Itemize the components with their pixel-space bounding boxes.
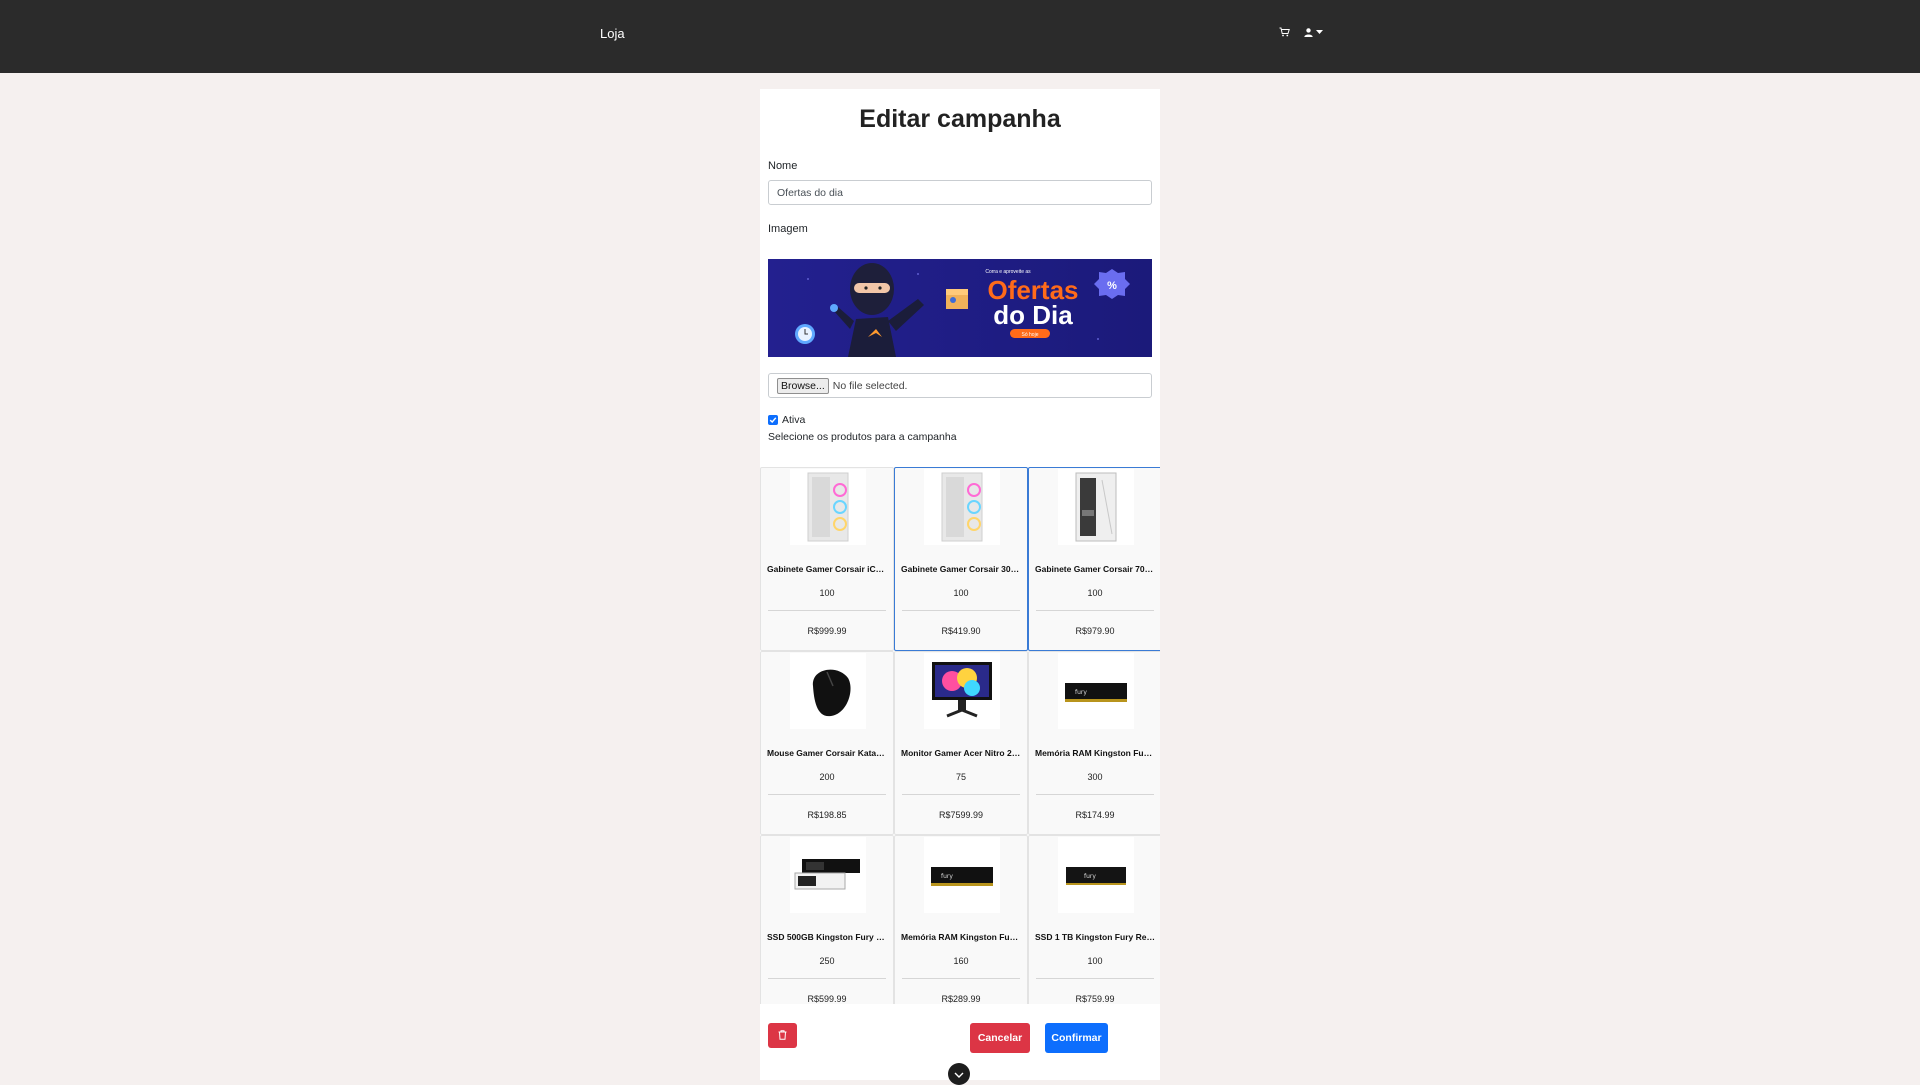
product-card[interactable]: Mouse Gamer Corsair Katar Pro 200 R$198.85 (760, 651, 894, 835)
campaign-name-input[interactable] (768, 180, 1152, 205)
navbar-icons (1279, 27, 1323, 37)
product-name: Gabinete Gamer Corsair 7000D Airflow (1035, 564, 1155, 574)
product-divider (902, 610, 1020, 611)
user-menu-toggle[interactable] (1304, 27, 1323, 37)
active-toggle[interactable]: Ativa (768, 414, 805, 426)
campaign-banner-image: Corra e aproveite as Ofertas do Dia Só h… (768, 259, 1152, 357)
product-image (790, 653, 866, 729)
product-card[interactable]: SSD 500GB Kingston Fury Renegade 250 R$599… (760, 835, 894, 1004)
product-name: Mouse Gamer Corsair Katar Pro (767, 748, 887, 758)
product-image: fury (1058, 653, 1134, 729)
product-quantity: 75 (955, 772, 966, 782)
product-quantity: 160 (953, 956, 969, 966)
product-quantity: 100 (819, 588, 835, 598)
product-divider (902, 794, 1020, 795)
product-card[interactable]: Gabinete Gamer Corsair 3000D RGB 100 R$419… (894, 467, 1028, 651)
banner-line2: do Dia (993, 300, 1073, 330)
product-quantity: 100 (1087, 588, 1103, 598)
product-image (924, 469, 1000, 545)
product-quantity: 250 (819, 956, 835, 966)
product-image (924, 653, 1000, 729)
name-label: Nome (768, 160, 798, 172)
product-image: fury (1058, 837, 1134, 913)
product-grid: Gabinete Gamer Corsair iCUE 4000X RGB 100… (760, 467, 1160, 1004)
product-image (790, 469, 866, 545)
product-price: R$174.99 (1075, 810, 1115, 820)
product-name: SSD 500GB Kingston Fury Renegade (767, 932, 887, 942)
product-quantity: 300 (1087, 772, 1103, 782)
edit-campaign-card: Editar campanha Nome Imagem (760, 89, 1160, 1085)
chevron-down-icon (954, 1065, 964, 1083)
product-image (790, 837, 866, 913)
svg-text:fury: fury (1084, 873, 1096, 880)
cart-icon[interactable] (1279, 27, 1290, 37)
product-price: R$7599.99 (938, 810, 984, 820)
svg-text:fury: fury (941, 873, 953, 880)
file-status: No file selected. (832, 379, 908, 392)
product-price: R$979.90 (1075, 626, 1115, 636)
active-checkbox[interactable] (768, 415, 778, 425)
top-navbar: Loja (0, 0, 1920, 73)
product-price: R$198.85 (807, 810, 847, 820)
image-label: Imagem (768, 223, 808, 235)
product-card[interactable]: Gabinete Gamer Corsair iCUE 4000X RGB 100… (760, 467, 894, 651)
delete-campaign-button[interactable] (768, 1023, 797, 1048)
svg-text:fury: fury (1075, 689, 1087, 696)
product-divider (1036, 610, 1154, 611)
product-card[interactable]: fury SSD 1 TB Kingston Fury Renegade 100 R$… (1028, 835, 1160, 1004)
product-quantity: 100 (953, 588, 969, 598)
product-divider (768, 610, 886, 611)
product-divider (902, 978, 1020, 979)
product-price: R$759.99 (1075, 994, 1115, 1004)
product-name: Memória RAM Kingston Fury Beast (1035, 748, 1155, 758)
trash-icon (778, 1028, 787, 1043)
product-name: Gabinete Gamer Corsair 3000D RGB (901, 564, 1021, 574)
brand-link[interactable]: Loja (600, 26, 625, 41)
page-title: Editar campanha (859, 105, 1061, 133)
product-divider (768, 978, 886, 979)
product-price: R$289.99 (941, 994, 981, 1004)
file-input[interactable]: Browse... No file selected. (768, 373, 1152, 398)
product-card[interactable]: Monitor Gamer Acer Nitro 23.8 75 R$7599.99 (894, 651, 1028, 835)
product-divider (768, 794, 886, 795)
browse-button[interactable]: Browse... (777, 377, 829, 394)
caret-down-icon (1316, 30, 1323, 34)
product-image: fury (924, 837, 1000, 913)
product-image (1058, 469, 1134, 545)
product-quantity: 100 (1087, 956, 1103, 966)
product-price: R$999.99 (807, 626, 847, 636)
user-icon (1304, 27, 1313, 37)
product-card[interactable]: fury Memória RAM Kingston Fury Beast 300 R$… (1028, 651, 1160, 835)
cancel-button[interactable]: Cancelar (970, 1023, 1030, 1053)
active-label: Ativa (782, 414, 806, 426)
svg-text:%: % (1107, 280, 1117, 292)
product-card[interactable]: Gabinete Gamer Corsair 7000D Airflow 100 R… (1028, 467, 1160, 651)
scroll-down-button[interactable] (948, 1063, 970, 1085)
product-name: Monitor Gamer Acer Nitro 23.8 (901, 748, 1021, 758)
product-quantity: 200 (819, 772, 835, 782)
product-name: Gabinete Gamer Corsair iCUE 4000X RGB (767, 564, 887, 574)
select-products-label: Selecione os produtos para a campanha (768, 431, 957, 443)
banner-pill: Só hoje (1022, 332, 1039, 338)
product-divider (1036, 794, 1154, 795)
product-divider (1036, 978, 1154, 979)
product-price: R$599.99 (807, 994, 847, 1004)
product-price: R$419.90 (941, 626, 981, 636)
confirm-button[interactable]: Confirmar (1045, 1023, 1108, 1053)
product-card[interactable]: fury Memória RAM Kingston Fury Beast 160 R$… (894, 835, 1028, 1004)
product-name: Memória RAM Kingston Fury Beast (901, 932, 1021, 942)
product-name: SSD 1 TB Kingston Fury Renegade (1035, 932, 1155, 942)
